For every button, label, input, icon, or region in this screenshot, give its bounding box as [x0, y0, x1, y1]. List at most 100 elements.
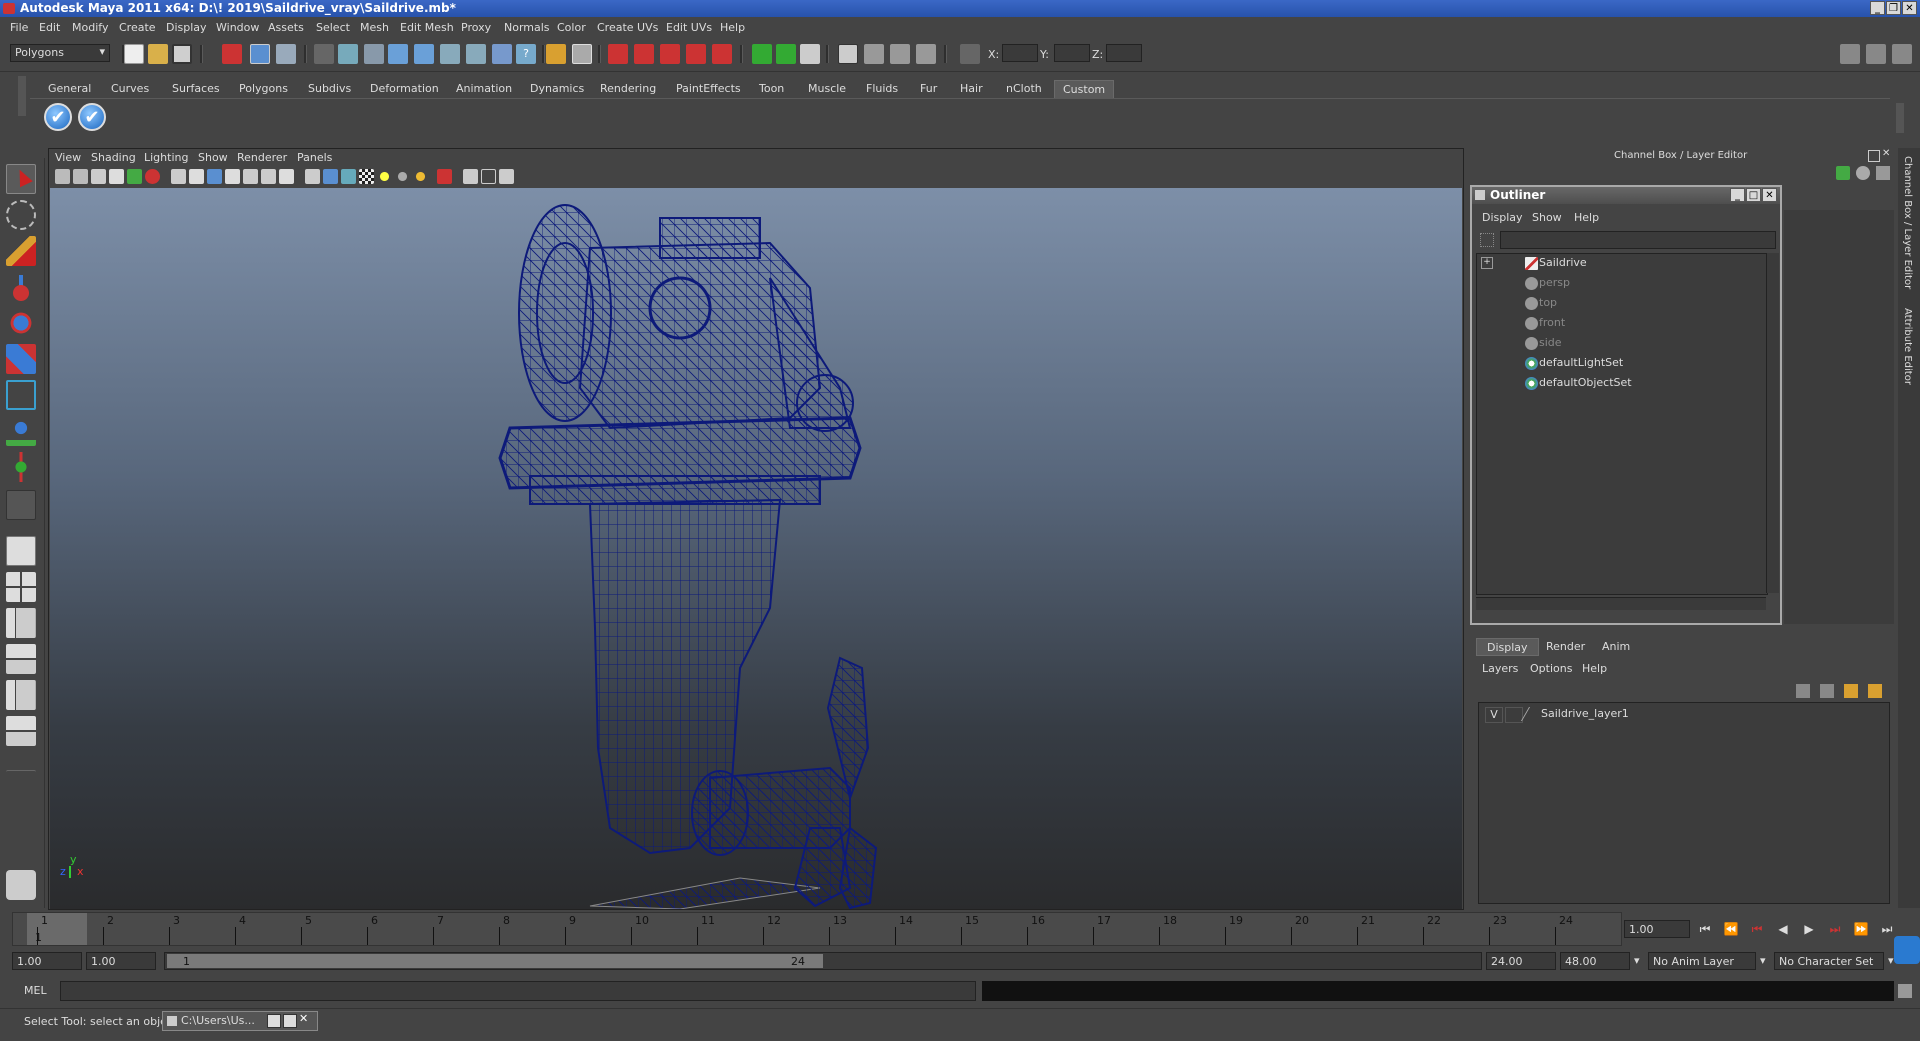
xray-selected-icon[interactable]: [437, 169, 452, 184]
panel-menu-show[interactable]: Show: [198, 151, 228, 164]
script-editor-icon[interactable]: [1898, 984, 1912, 998]
save-scene-icon[interactable]: [172, 44, 192, 64]
menu-window[interactable]: Window: [216, 21, 259, 34]
menu-edit-mesh[interactable]: Edit Mesh: [400, 21, 454, 34]
paint-select-tool-icon[interactable]: [6, 236, 36, 266]
layer-menu-help[interactable]: Help: [1582, 662, 1607, 675]
layout-persp-graph-outliner-icon[interactable]: [6, 716, 36, 746]
layer-color-swatch-icon[interactable]: [1520, 707, 1541, 721]
step-back-key-icon[interactable]: ⏮: [1748, 920, 1766, 938]
soft-modification-icon[interactable]: [6, 416, 36, 446]
bookmarks-icon[interactable]: [91, 169, 106, 184]
expand-icon[interactable]: +: [1481, 257, 1493, 269]
resolution-gate-icon[interactable]: [207, 169, 222, 184]
layer-menu-layers[interactable]: Layers: [1482, 662, 1518, 675]
shelf-tab-painteffects[interactable]: PaintEffects: [668, 80, 749, 98]
end-time-field[interactable]: 48.00: [1560, 952, 1630, 970]
shelf-tab-subdivs[interactable]: Subdivs: [300, 80, 359, 98]
toolbox-collapse-icon[interactable]: [6, 770, 36, 784]
shelf-tab-animation[interactable]: Animation: [448, 80, 520, 98]
select-misc-icon[interactable]: ?: [516, 44, 536, 64]
show-manipulator-icon[interactable]: [6, 452, 36, 482]
attribute-editor-toggle-icon[interactable]: [1840, 44, 1860, 64]
shelf-tab-muscle[interactable]: Muscle: [800, 80, 854, 98]
panel-menu-lighting[interactable]: Lighting: [144, 151, 188, 164]
step-back-frame-icon[interactable]: ⏪: [1722, 920, 1740, 938]
menu-edit[interactable]: Edit: [39, 21, 60, 34]
range-slider-handle[interactable]: [167, 954, 823, 968]
outliner-item-saildrive[interactable]: Saildrive: [1539, 254, 1587, 272]
panel-menu-view[interactable]: View: [55, 151, 81, 164]
use-all-lights-icon[interactable]: [377, 169, 392, 184]
channel-box-close-icon[interactable]: ✕: [1882, 148, 1890, 159]
grease-pencil-icon[interactable]: [145, 169, 160, 184]
select-curve-icon[interactable]: [388, 44, 408, 64]
y-field[interactable]: [1054, 44, 1090, 62]
channel-box-eyedropper-icon[interactable]: [1876, 166, 1890, 180]
construction-history-icon[interactable]: [800, 44, 820, 64]
smooth-shade-icon[interactable]: [323, 169, 338, 184]
outliner-filter-icon[interactable]: [1480, 233, 1494, 247]
shelf-tab-deformation[interactable]: Deformation: [362, 80, 447, 98]
safe-action-icon[interactable]: [261, 169, 276, 184]
outliner-vscrollbar[interactable]: [1766, 253, 1779, 593]
isolate-select-icon[interactable]: [463, 169, 478, 184]
transform-input-icon[interactable]: [960, 44, 980, 64]
grid-toggle-icon[interactable]: [171, 169, 186, 184]
play-forwards-icon[interactable]: ▶: [1800, 920, 1818, 938]
channel-box-side-tab[interactable]: Channel Box / Layer Editor: [1902, 156, 1913, 289]
outliner-hscrollbar[interactable]: [1476, 597, 1766, 610]
time-slider[interactable]: 1 1 2 3 4 5 6 7 8 9 10 11 12 13 14 15 16 17 18 19 20 21 22 23 2…: [12, 912, 1622, 946]
shelf-tab-fluids[interactable]: Fluids: [858, 80, 906, 98]
shelf-menu-icon[interactable]: [18, 76, 26, 116]
safe-title-icon[interactable]: [279, 169, 294, 184]
layout-four-pane-icon[interactable]: [6, 572, 36, 602]
shelf-tab-curves[interactable]: Curves: [103, 80, 157, 98]
menu-color[interactable]: Color: [557, 21, 586, 34]
snap-point-icon[interactable]: [660, 44, 680, 64]
start-time-field[interactable]: 1.00: [12, 952, 82, 970]
layout-persp-graph-icon[interactable]: [6, 644, 36, 674]
outliner-menu-display[interactable]: Display: [1482, 211, 1523, 224]
select-component-icon[interactable]: [276, 44, 296, 64]
menu-help[interactable]: Help: [720, 21, 745, 34]
attribute-editor-side-tab[interactable]: Attribute Editor: [1902, 308, 1913, 385]
move-layer-down-icon[interactable]: [1820, 684, 1834, 698]
ipr-render-icon[interactable]: [890, 44, 910, 64]
select-handle-icon[interactable]: [338, 44, 358, 64]
channel-box-toggle-icon[interactable]: [1892, 44, 1912, 64]
step-forward-frame-icon[interactable]: ⏩: [1852, 920, 1870, 938]
panel-menu-panels[interactable]: Panels: [297, 151, 332, 164]
universal-manipulator-icon[interactable]: [6, 380, 36, 410]
outliner-search-input[interactable]: [1500, 231, 1776, 249]
shelf-tab-fur[interactable]: Fur: [912, 80, 945, 98]
select-surface-icon[interactable]: [414, 44, 434, 64]
outliner-item-defaultobjectset[interactable]: defaultObjectSet: [1539, 374, 1632, 392]
snap-view-plane-icon[interactable]: [686, 44, 706, 64]
input-history-icon[interactable]: [752, 44, 772, 64]
menu-normals[interactable]: Normals: [504, 21, 550, 34]
menu-set-dropdown[interactable]: Polygons ▾: [10, 44, 110, 62]
outliner-item-front[interactable]: front: [1539, 314, 1565, 332]
camera-attributes-icon[interactable]: [73, 169, 88, 184]
step-forward-key-icon[interactable]: ⏭: [1826, 920, 1844, 938]
minimize-icon[interactable]: _: [1870, 1, 1885, 15]
playback-end-field[interactable]: 24.00: [1486, 952, 1556, 970]
close-icon[interactable]: ✕: [1902, 1, 1917, 15]
taskbar-app-icon[interactable]: [1894, 936, 1920, 964]
layer-tab-display[interactable]: Display: [1476, 638, 1539, 656]
rotate-tool-icon[interactable]: [6, 308, 36, 338]
outliner-close-icon[interactable]: ✕: [1762, 188, 1777, 202]
high-quality-icon[interactable]: [413, 169, 428, 184]
character-set-dropdown[interactable]: No Character Set: [1774, 952, 1884, 970]
shelf-tab-dynamics[interactable]: Dynamics: [522, 80, 592, 98]
chevron-down-icon[interactable]: ▾: [1634, 954, 1640, 967]
select-rendering-icon[interactable]: [492, 44, 512, 64]
select-joint-icon[interactable]: [364, 44, 384, 64]
minimized-script-window[interactable]: C:\Users\Us... ✕: [162, 1011, 318, 1031]
perspective-viewport[interactable]: y z x: [50, 188, 1462, 909]
shelf-tab-rendering[interactable]: Rendering: [592, 80, 664, 98]
two-d-pan-zoom-icon[interactable]: [127, 169, 142, 184]
render-frame-icon[interactable]: [864, 44, 884, 64]
shelf-tab-custom[interactable]: Custom: [1054, 80, 1115, 98]
